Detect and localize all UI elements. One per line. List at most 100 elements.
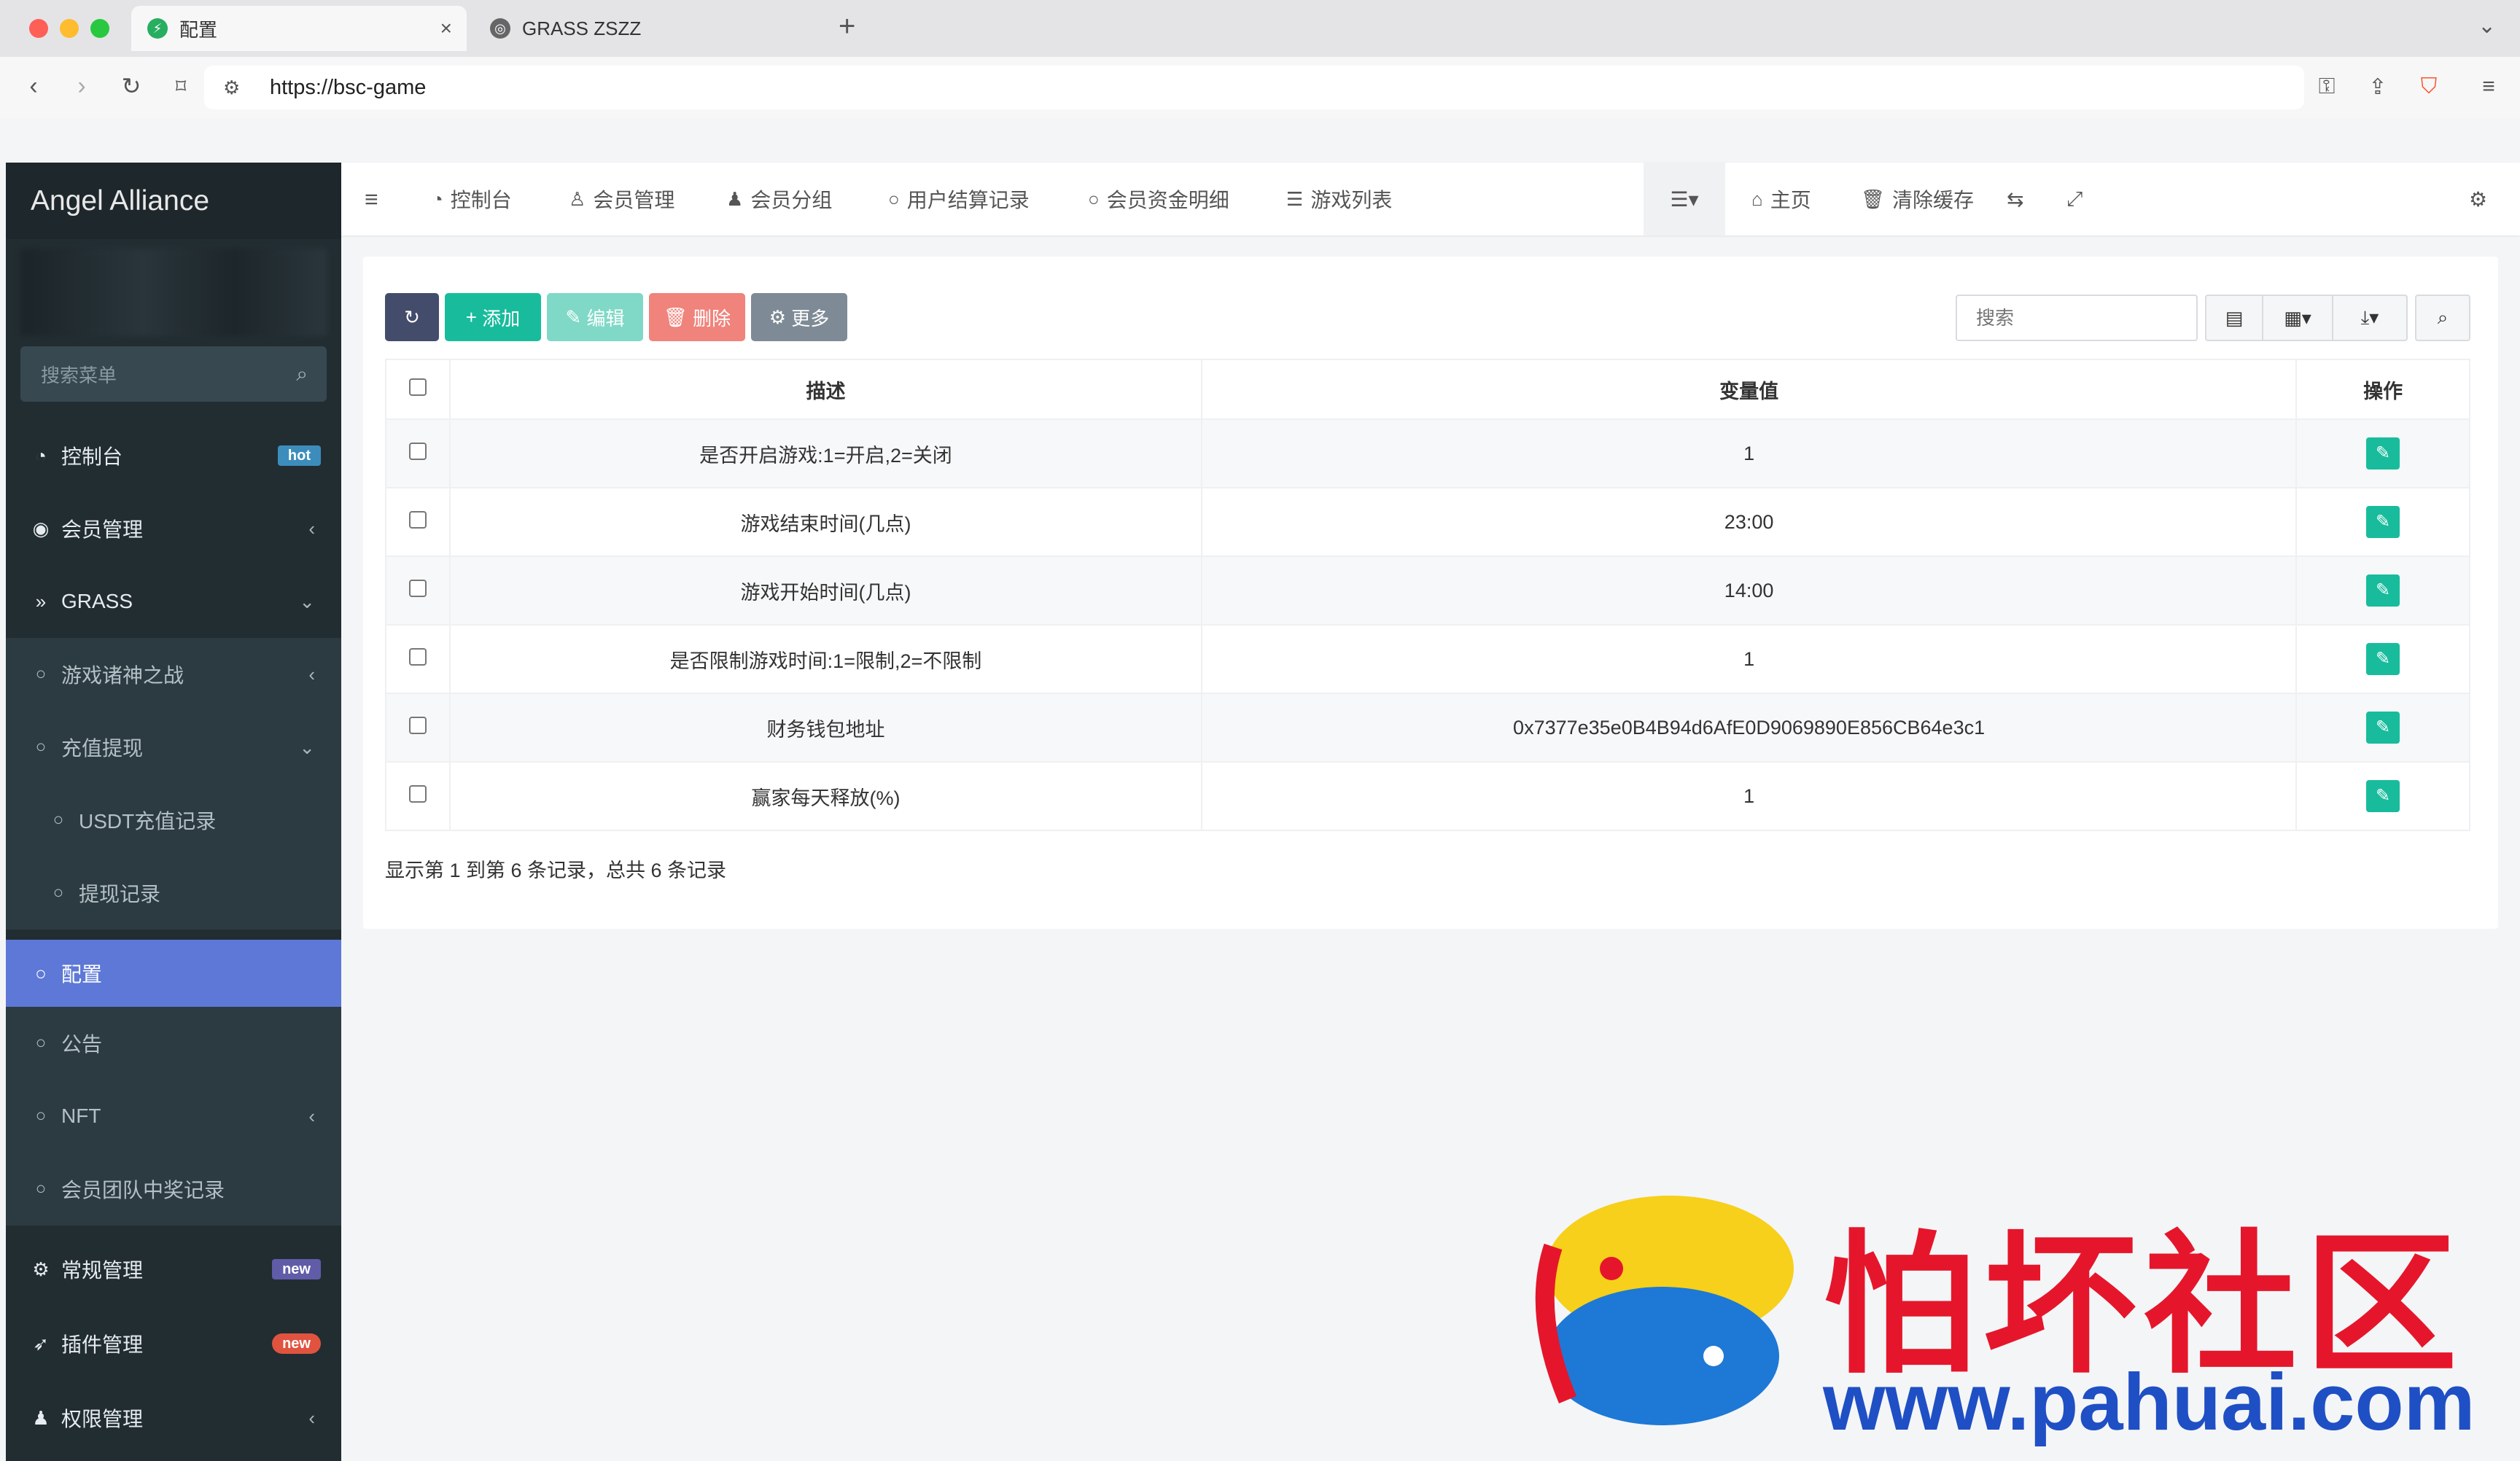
sidebar-item-label: 权限管理 <box>61 1408 144 1430</box>
chevron-down-icon: ⌄ <box>299 590 315 612</box>
row-checkbox[interactable] <box>408 510 427 529</box>
brand-logo[interactable]: Angel Alliance <box>6 163 341 239</box>
address-bar[interactable]: ⚙ https://bsc-game <box>204 66 2304 109</box>
tab-member-group[interactable]: ♟ 会员分组 <box>726 163 832 235</box>
clear-cache-link[interactable]: 🗑 清除缓存 <box>1861 163 1974 235</box>
circle-icon: ○ <box>1088 187 1100 210</box>
browser-menu-icon[interactable]: ≡ <box>2472 70 2505 104</box>
sidebar-item-dashboard[interactable]: ◔ 控制台 hot <box>6 419 341 492</box>
tab-member-mgmt[interactable]: ♙ 会员管理 <box>569 163 674 235</box>
row-checkbox[interactable] <box>408 647 427 666</box>
search-icon: ⌕ <box>2437 306 2449 328</box>
sidebar-item-deposit-withdraw[interactable]: ○ 充值提现 ⌄ <box>6 711 341 784</box>
close-window-icon[interactable] <box>29 19 48 38</box>
delete-label: 删除 <box>693 307 731 330</box>
edit-row-button[interactable]: ✎ <box>2366 574 2400 607</box>
new-tab-icon[interactable]: + <box>839 10 855 43</box>
tab-dashboard[interactable]: ◔ 控制台 <box>432 163 512 235</box>
row-checkbox[interactable] <box>408 784 427 803</box>
cell-action: ✎ <box>2295 418 2470 488</box>
back-icon[interactable]: ‹ <box>18 70 50 102</box>
forward-icon[interactable]: › <box>66 70 98 102</box>
select-all-checkbox[interactable] <box>408 378 427 396</box>
search-icon[interactable]: ⌕ <box>296 362 308 386</box>
sidebar-toggle-icon[interactable]: ≡ <box>365 163 378 235</box>
watermark-url: www.pahuai.com <box>1823 1357 2476 1447</box>
export-button[interactable]: ⤓▾ <box>2332 295 2408 341</box>
column-header-value[interactable]: 变量值 <box>1200 359 2298 420</box>
sidebar-item-plugins[interactable]: ➶ 插件管理 new <box>6 1307 341 1380</box>
more-button[interactable]: ⚙ 更多 <box>751 293 847 341</box>
edit-button[interactable]: ✎ 编辑 <box>547 293 643 341</box>
fullscreen-icon[interactable]: ⤢ <box>2066 163 2082 235</box>
tab-member-funds[interactable]: ○ 会员资金明细 <box>1088 163 1229 235</box>
tab-label: 控制台 <box>450 189 512 211</box>
minimize-window-icon[interactable] <box>60 19 79 38</box>
circle-icon: ○ <box>35 962 47 984</box>
more-label: 更多 <box>791 307 830 330</box>
tab-game-list[interactable]: ☰ 游戏列表 <box>1286 163 1392 235</box>
tab-settlement-records[interactable]: ○ 用户结算记录 <box>888 163 1030 235</box>
settings-icon[interactable]: ⚙ <box>2469 163 2487 235</box>
refresh-button[interactable]: ↻ <box>385 293 439 341</box>
bookmark-icon[interactable]: ⌑ <box>165 70 197 102</box>
row-checkbox[interactable] <box>408 442 427 460</box>
sidebar-item-config[interactable]: ○ 配置 <box>6 940 341 1007</box>
maximize-window-icon[interactable] <box>90 19 109 38</box>
edit-row-button[interactable]: ✎ <box>2366 437 2400 470</box>
key-icon[interactable]: ⚿ <box>2310 70 2344 104</box>
sidebar-item-permissions[interactable]: ♟ 权限管理 ‹ <box>6 1382 341 1454</box>
tabs-dropdown[interactable]: ☰▾ <box>1644 163 1725 235</box>
cell-action: ✎ <box>2295 761 2470 831</box>
tab-label: 会员资金明细 <box>1106 189 1229 211</box>
columns-button[interactable]: ▦▾ <box>2262 295 2333 341</box>
circle-icon: ○ <box>35 737 47 757</box>
chevron-left-icon: ‹ <box>308 663 315 685</box>
config-table: 描述 变量值 操作 是否开启游戏:1=开启,2=关闭 1 ✎ 游戏结束时间(几点… <box>385 359 2470 831</box>
sidebar-item-label: USDT充值记录 <box>79 810 217 833</box>
row-checkbox[interactable] <box>408 579 427 597</box>
share-icon[interactable]: ⇪ <box>2361 70 2395 104</box>
card-view-icon: ▤ <box>2225 306 2244 329</box>
home-link[interactable]: ⌂ 主页 <box>1751 163 1811 235</box>
site-settings-icon[interactable]: ⚙ <box>223 77 240 99</box>
browser-tab-grass[interactable]: ◎ GRASS ZSZZ <box>474 6 817 51</box>
chevron-left-icon: ‹ <box>308 1104 315 1127</box>
sidebar-item-label: 插件管理 <box>61 1333 144 1356</box>
edit-label: 编辑 <box>586 307 625 330</box>
sidebar-item-label: NFT <box>61 1104 101 1127</box>
browser-tab-config[interactable]: ⚡ 配置 × <box>131 6 467 51</box>
tab-list-chevron-icon[interactable]: ⌄ <box>2478 13 2496 39</box>
sidebar-item-member-mgmt[interactable]: ◉ 会员管理 ‹ <box>6 492 341 565</box>
sidebar-item-team-winning[interactable]: ○ 会员团队中奖记录 <box>6 1153 341 1226</box>
table-header-row: 描述 变量值 操作 <box>385 359 2470 420</box>
list-icon: ☰ <box>1286 187 1304 210</box>
menu-search-input[interactable]: 搜索菜单 ⌕ <box>20 346 327 402</box>
column-header-desc[interactable]: 描述 <box>448 359 1203 420</box>
sidebar-item-grass[interactable]: » GRASS ⌄ <box>6 565 341 638</box>
table-search-input[interactable] <box>1956 295 2198 341</box>
close-tab-icon[interactable]: × <box>440 17 452 40</box>
dashboard-icon: ◔ <box>35 444 47 467</box>
sidebar-item-withdraw-records[interactable]: ○ 提现记录 <box>6 857 341 930</box>
sidebar-item-label: 会员管理 <box>61 518 144 541</box>
sidebar-item-usdt-deposit[interactable]: ○ USDT充值记录 <box>6 784 341 857</box>
sidebar-item-game-gods-war[interactable]: ○ 游戏诸神之战 ‹ <box>6 638 341 711</box>
search-button[interactable]: ⌕ <box>2415 295 2470 341</box>
sidebar-item-general[interactable]: ⚙ 常规管理 new <box>6 1233 341 1306</box>
add-button[interactable]: + 添加 <box>445 293 541 341</box>
reload-icon[interactable]: ↻ <box>115 70 147 102</box>
translate-icon[interactable]: ⇆ <box>2007 163 2023 235</box>
brave-shield-icon[interactable]: ⛉ <box>2412 70 2446 104</box>
group-icon: ♟ <box>32 1406 50 1429</box>
row-checkbox[interactable] <box>408 716 427 734</box>
edit-row-button[interactable]: ✎ <box>2366 712 2400 744</box>
toggle-view-button[interactable]: ▤ <box>2205 295 2263 341</box>
cell-value: 14:00 <box>1200 556 2298 626</box>
edit-row-button[interactable]: ✎ <box>2366 506 2400 538</box>
sidebar-item-announcement[interactable]: ○ 公告 <box>6 1007 341 1080</box>
delete-button[interactable]: 🗑 删除 <box>649 293 745 341</box>
sidebar-item-nft[interactable]: ○ NFT ‹ <box>6 1080 341 1153</box>
edit-row-button[interactable]: ✎ <box>2366 780 2400 812</box>
edit-row-button[interactable]: ✎ <box>2366 643 2400 675</box>
